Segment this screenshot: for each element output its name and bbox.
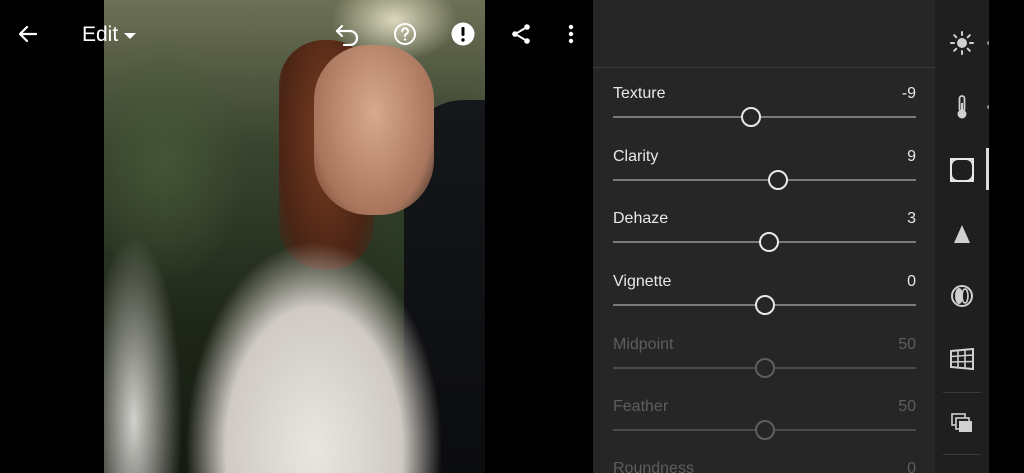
screen-edge bbox=[989, 0, 1024, 473]
more-vertical-icon bbox=[568, 24, 574, 44]
slider-value: 9 bbox=[907, 148, 916, 165]
slider-value: 0 bbox=[907, 273, 916, 290]
optics-icon bbox=[951, 285, 973, 307]
panel-header bbox=[593, 0, 935, 68]
slider-dehaze[interactable]: Dehaze 3 bbox=[613, 210, 916, 272]
rail-divider bbox=[943, 392, 981, 393]
geometry-icon bbox=[950, 347, 974, 371]
slider-track[interactable] bbox=[613, 116, 916, 118]
slider-value: -9 bbox=[901, 85, 916, 102]
versions-icon bbox=[951, 413, 972, 432]
photo-subject-dress bbox=[104, 190, 484, 473]
share-icon bbox=[512, 24, 530, 44]
arrow-left-icon bbox=[18, 25, 38, 43]
help-icon bbox=[394, 23, 416, 45]
slider-label: Texture bbox=[613, 85, 666, 102]
undo-button[interactable] bbox=[331, 17, 365, 51]
detail-tool[interactable] bbox=[935, 207, 989, 261]
slider-value: 50 bbox=[898, 336, 916, 353]
slider-label: Roundness bbox=[613, 460, 694, 473]
share-button[interactable] bbox=[504, 17, 538, 51]
back-button[interactable] bbox=[11, 17, 45, 51]
versions-tool[interactable] bbox=[935, 396, 989, 450]
slider-texture[interactable]: Texture -9 bbox=[613, 85, 916, 147]
top-toolbar: Edit bbox=[0, 0, 593, 68]
slider-thumb bbox=[754, 358, 775, 378]
slider-value: 0 bbox=[907, 460, 916, 473]
slider-thumb[interactable] bbox=[759, 232, 780, 252]
wedding-photo[interactable] bbox=[104, 0, 485, 473]
slider-track[interactable] bbox=[613, 179, 916, 181]
slider-midpoint: Midpoint 50 bbox=[613, 336, 916, 398]
photo-canvas[interactable]: Edit bbox=[0, 0, 593, 473]
slider-thumb[interactable] bbox=[754, 295, 775, 315]
detail-icon bbox=[954, 225, 970, 243]
geometry-tool[interactable] bbox=[935, 332, 989, 386]
slider-label: Vignette bbox=[613, 273, 672, 290]
slider-value: 3 bbox=[907, 210, 916, 227]
light-tool[interactable] bbox=[935, 16, 991, 70]
edit-mode-dropdown[interactable]: Edit bbox=[82, 20, 137, 50]
rail-divider bbox=[943, 454, 981, 455]
effects-panel: Texture -9 Clarity 9 Dehaze 3 Vignette 0… bbox=[593, 0, 935, 473]
slider-label: Clarity bbox=[613, 148, 659, 165]
effects-icon bbox=[950, 158, 974, 182]
slider-label: Dehaze bbox=[613, 210, 669, 227]
slider-clarity[interactable]: Clarity 9 bbox=[613, 148, 916, 210]
slider-label: Midpoint bbox=[613, 336, 674, 353]
light-icon bbox=[950, 31, 974, 55]
undo-icon bbox=[335, 24, 359, 46]
tool-rail bbox=[935, 0, 991, 473]
slider-thumb[interactable] bbox=[768, 170, 789, 190]
help-button[interactable] bbox=[388, 17, 422, 51]
optics-tool[interactable] bbox=[935, 269, 989, 323]
slider-label: Feather bbox=[613, 398, 669, 415]
alert-button[interactable] bbox=[446, 17, 480, 51]
slider-thumb bbox=[754, 420, 775, 440]
slider-thumb[interactable] bbox=[740, 107, 761, 127]
alert-icon bbox=[451, 22, 475, 46]
color-temperature-icon bbox=[957, 95, 967, 119]
effects-tool[interactable] bbox=[935, 143, 989, 197]
slider-value: 50 bbox=[898, 398, 916, 415]
color-tool[interactable] bbox=[935, 80, 991, 134]
more-options-button[interactable] bbox=[554, 17, 588, 51]
slider-roundness: Roundness 0 bbox=[613, 460, 916, 473]
slider-vignette[interactable]: Vignette 0 bbox=[613, 273, 916, 335]
caret-down-icon bbox=[124, 33, 137, 39]
slider-feather: Feather 50 bbox=[613, 398, 916, 460]
edit-mode-label: Edit bbox=[82, 23, 119, 46]
